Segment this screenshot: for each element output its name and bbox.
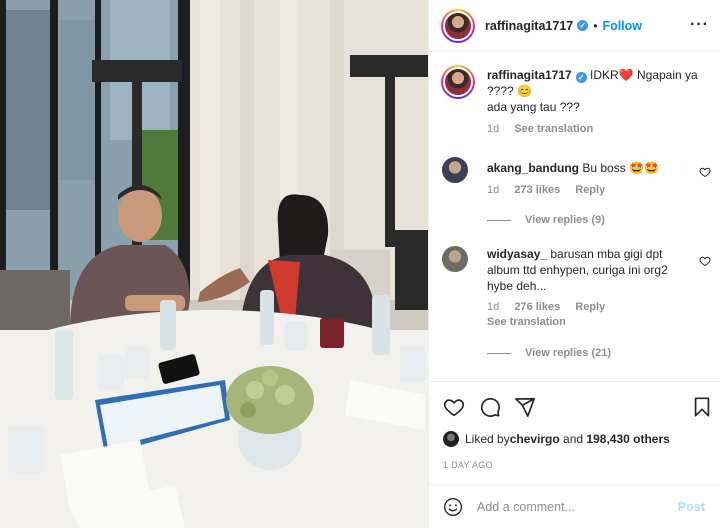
see-translation-link[interactable]: See translation <box>514 123 593 135</box>
post-photo[interactable] <box>0 0 428 528</box>
divider-line <box>487 352 511 354</box>
post-header: raffinagita1717 ✓ • Follow ··· <box>429 0 720 52</box>
post-panel: raffinagita1717 ✓ • Follow ··· raffinagi… <box>428 0 720 528</box>
comment-likes[interactable]: 276 likes <box>514 301 560 313</box>
like-comment-heart-icon[interactable] <box>699 166 711 178</box>
add-comment-bar: Post <box>429 484 720 528</box>
caption-text: raffinagita1717 ✓ IDKR❤️ Ngapain ya ???? … <box>487 67 720 115</box>
comment-item: widyasay_ barusan mba gigi dpt album ttd… <box>441 245 711 375</box>
comment-time[interactable]: 1d <box>487 301 499 313</box>
comment-meta: 1d 273 likes Reply <box>487 184 617 196</box>
comment-meta: 1d 276 likes Reply <box>487 301 617 313</box>
verified-badge-icon: ✓ <box>575 72 587 83</box>
comment-body: Bu boss 🤩🤩 <box>579 161 659 175</box>
caption-line2: ada yang tau ??? <box>487 100 580 114</box>
caption-time[interactable]: 1d <box>487 123 499 135</box>
comment-username[interactable]: widyasay_ <box>487 247 547 261</box>
caption-username[interactable]: raffinagita1717 <box>487 68 572 82</box>
reply-button[interactable]: Reply <box>575 184 605 196</box>
reply-button[interactable]: Reply <box>575 301 605 313</box>
more-options-icon[interactable]: ··· <box>690 16 709 34</box>
bookmark-icon[interactable] <box>691 396 713 418</box>
separator-dot: • <box>593 18 598 33</box>
comment-avatar[interactable] <box>441 245 469 273</box>
divider-line <box>487 219 511 221</box>
comment-text: akang_bandung Bu boss 🤩🤩 <box>487 160 689 176</box>
comments-list[interactable]: raffinagita1717 ✓ IDKR❤️ Ngapain ya ???? … <box>429 53 720 381</box>
likes-middle: and <box>559 432 587 446</box>
see-translation-link[interactable]: See translation <box>487 316 566 328</box>
action-bar <box>429 381 720 431</box>
comment-icon[interactable] <box>479 396 501 418</box>
add-comment-input[interactable] <box>477 497 667 517</box>
liker-avatar[interactable] <box>443 431 459 447</box>
likes-prefix: Liked by <box>465 432 510 446</box>
follow-button[interactable]: Follow <box>602 19 642 33</box>
comment-item: akang_bandung Bu boss 🤩🤩 1d 273 likes Re… <box>441 156 711 236</box>
comment-avatar[interactable] <box>441 156 469 184</box>
verified-badge-icon: ✓ <box>577 20 589 31</box>
comment-username[interactable]: akang_bandung <box>487 161 579 175</box>
share-icon[interactable] <box>514 396 536 418</box>
post-comment-button[interactable]: Post <box>678 500 705 514</box>
caption-avatar[interactable] <box>441 65 475 99</box>
post-date[interactable]: 1 DAY AGO <box>443 460 493 470</box>
heart-icon[interactable] <box>443 396 465 418</box>
liker-username[interactable]: chevirgo <box>510 432 560 446</box>
caption-meta: 1d See translation <box>487 123 605 135</box>
comment-time[interactable]: 1d <box>487 184 499 196</box>
author-username[interactable]: raffinagita1717 <box>485 19 573 33</box>
photo-scene <box>0 0 428 528</box>
likes-count[interactable]: 198,430 others <box>586 432 669 446</box>
caption-item: raffinagita1717 ✓ IDKR❤️ Ngapain ya ???? … <box>441 65 711 145</box>
view-replies-label: View replies (21) <box>525 347 612 359</box>
comment-text: widyasay_ barusan mba gigi dpt album ttd… <box>487 246 689 294</box>
author-avatar[interactable] <box>441 8 475 43</box>
comment-likes[interactable]: 273 likes <box>514 184 560 196</box>
view-replies-button[interactable]: View replies (21) <box>487 347 611 359</box>
emoji-icon[interactable] <box>443 497 463 517</box>
like-comment-heart-icon[interactable] <box>699 255 711 267</box>
view-replies-label: View replies (9) <box>525 214 605 226</box>
view-replies-button[interactable]: View replies (9) <box>487 214 605 226</box>
likes-summary: Liked by chevirgo and 198,430 others <box>443 431 670 447</box>
